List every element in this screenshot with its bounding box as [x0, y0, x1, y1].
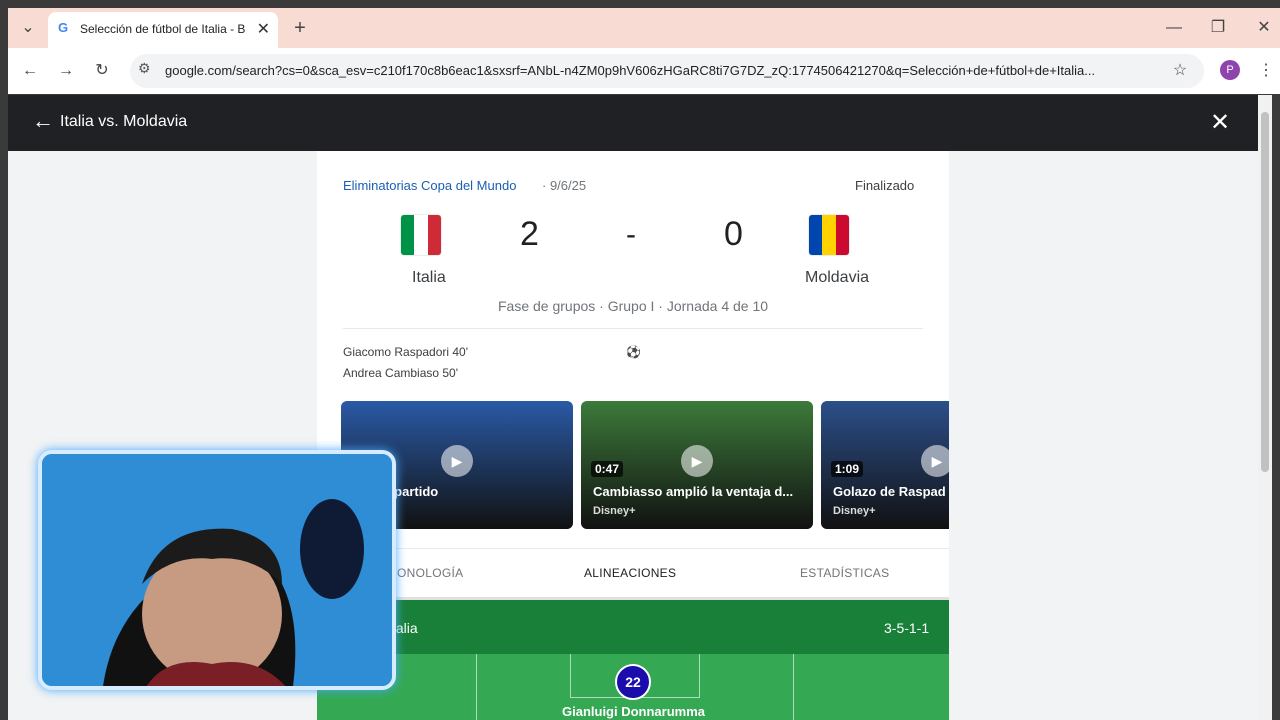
- tab-close-icon[interactable]: ✕: [257, 19, 270, 39]
- moldova-flag-icon[interactable]: [809, 215, 849, 255]
- divider: [343, 328, 923, 329]
- tab-estadisticas[interactable]: ESTADÍSTICAS: [800, 566, 889, 580]
- forward-button[interactable]: →: [52, 57, 80, 85]
- score-separator: -: [626, 218, 636, 251]
- match-status: Finalizado: [855, 178, 915, 193]
- video-duration: 0:47: [591, 461, 624, 477]
- tab-cronologia[interactable]: ONOLOGÍA: [397, 566, 463, 580]
- profile-avatar[interactable]: P: [1220, 60, 1240, 80]
- soccer-ball-icon: ⚽: [626, 345, 641, 359]
- player-name[interactable]: Gianluigi Donnarumma: [562, 704, 705, 719]
- minimize-button[interactable]: —: [1160, 14, 1188, 42]
- italy-flag-icon[interactable]: [401, 215, 441, 255]
- match-date: · 9/6/25: [542, 178, 587, 193]
- browser-tab[interactable]: G Selección de fútbol de Italia - B ✕: [48, 12, 278, 48]
- google-favicon-icon: G: [58, 20, 69, 35]
- play-icon[interactable]: ▶: [681, 445, 713, 477]
- restore-button[interactable]: ❐: [1204, 14, 1232, 42]
- away-team-name[interactable]: Moldavia: [805, 269, 869, 287]
- tab-alineaciones[interactable]: ALINEACIONES: [584, 566, 676, 580]
- player-number-badge[interactable]: 22: [615, 664, 651, 700]
- tab-search-icon[interactable]: ⌄: [14, 14, 42, 42]
- match-header-bar: [8, 95, 1258, 151]
- webcam-overlay: [38, 450, 396, 690]
- video-source: Disney+: [833, 505, 876, 517]
- away-score: 0: [724, 215, 743, 253]
- video-card[interactable]: ▶ 0:47 Cambiasso amplió la ventaja d... …: [581, 401, 813, 529]
- video-title: Cambiasso amplió la ventaja d...: [593, 484, 794, 499]
- address-bar[interactable]: ⚙ google.com/search?cs=0&sca_esv=c210f17…: [130, 54, 1204, 88]
- reload-button[interactable]: ↻: [88, 57, 116, 85]
- video-title: Golazo de Raspad: [833, 484, 946, 499]
- play-icon[interactable]: ▶: [921, 445, 949, 477]
- video-duration: 1:09: [831, 461, 864, 477]
- scorer-item: Giacomo Raspadori 40': [343, 345, 469, 359]
- lineup-formation: 3-5-1-1: [884, 620, 930, 636]
- bookmark-star-icon[interactable]: ☆: [1166, 57, 1194, 85]
- home-team-name[interactable]: Italia: [412, 269, 446, 287]
- scrollbar-thumb[interactable]: [1261, 112, 1269, 472]
- play-icon[interactable]: ▶: [441, 445, 473, 477]
- back-arrow-icon[interactable]: ←: [32, 108, 54, 134]
- close-icon[interactable]: ✕: [1210, 108, 1230, 137]
- home-score: 2: [520, 215, 539, 253]
- match-stage: Fase de grupos · Grupo I · Jornada 4 de …: [498, 298, 769, 314]
- video-source: Disney+: [593, 505, 636, 517]
- new-tab-button[interactable]: +: [286, 14, 314, 42]
- scorer-item: Andrea Cambiaso 50': [343, 366, 459, 380]
- site-info-icon[interactable]: ⚙: [138, 60, 151, 77]
- url-text[interactable]: google.com/search?cs=0&sca_esv=c210f170c…: [165, 63, 1155, 78]
- video-card[interactable]: ▶ 1:09 Golazo de Raspad Disney+: [821, 401, 949, 529]
- back-button[interactable]: ←: [16, 57, 44, 85]
- window-close-button[interactable]: ✕: [1250, 14, 1278, 42]
- page-title: Italia vs. Moldavia: [60, 113, 188, 130]
- tab-title: Selección de fútbol de Italia - B: [80, 22, 246, 36]
- browser-menu-icon[interactable]: ⋮: [1252, 57, 1280, 85]
- competition-link[interactable]: Eliminatorias Copa del Mundo: [343, 178, 516, 193]
